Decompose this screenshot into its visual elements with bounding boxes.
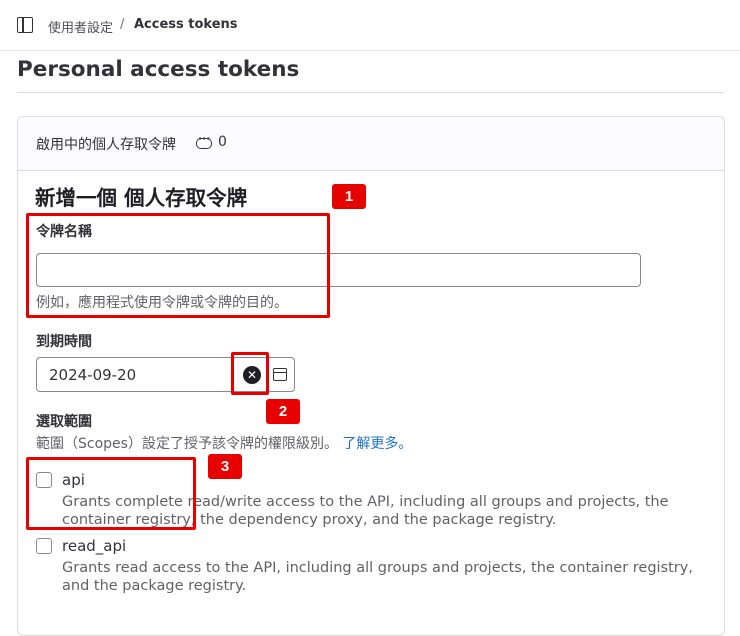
page-title: Personal access tokens [17, 57, 300, 82]
scope-read-api-description: Grants read access to the API, including… [62, 560, 693, 594]
annotation-box-2 [231, 352, 269, 395]
active-tokens-header: 啟用中的個人存取令牌 0 [18, 117, 724, 171]
top-bar: 使用者設定 / Access tokens [0, 0, 740, 51]
breadcrumb-separator: / [120, 17, 125, 32]
scopes-label: 選取範圍 [36, 414, 92, 430]
calendar-icon[interactable] [273, 368, 287, 381]
annotation-box-1 [26, 213, 330, 318]
scopes-help-text: 範圍（Scopes）設定了授予該令牌的權限級別。 [36, 436, 338, 452]
annotation-box-3 [26, 457, 196, 530]
new-token-title: 新增一個 個人存取令牌 [35, 186, 248, 210]
breadcrumb-access-tokens[interactable]: Access tokens [134, 17, 238, 32]
expiry-label: 到期時間 [36, 334, 92, 350]
annotation-number-2: 2 [266, 399, 300, 424]
expiry-date-value[interactable]: 2024-09-20 [49, 366, 136, 384]
scope-read-api-name[interactable]: read_api [62, 537, 126, 555]
annotation-number-1: 1 [332, 184, 366, 209]
annotation-number-3: 3 [208, 454, 242, 479]
breadcrumb-user-settings[interactable]: 使用者設定 [48, 17, 113, 36]
scope-read-api-checkbox[interactable] [36, 538, 52, 554]
active-tokens-label: 啟用中的個人存取令牌 [36, 137, 176, 153]
sidebar-toggle-icon[interactable] [17, 17, 33, 33]
token-icon [196, 132, 212, 149]
scopes-help: 範圍（Scopes）設定了授予該令牌的權限級別。 了解更多。 [36, 433, 412, 453]
active-tokens-count: 0 [218, 134, 227, 150]
title-divider [17, 92, 725, 93]
learn-more-link[interactable]: 了解更多。 [342, 436, 412, 452]
